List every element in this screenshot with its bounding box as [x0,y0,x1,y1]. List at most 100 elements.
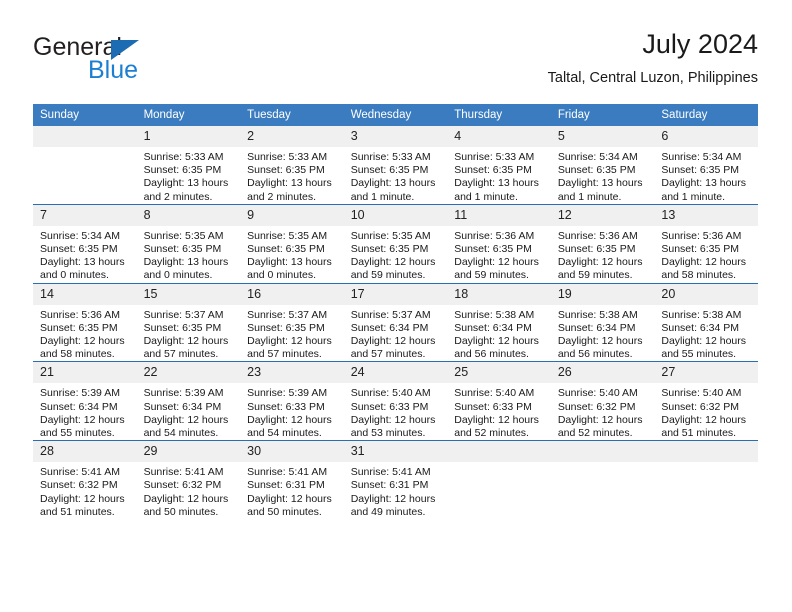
day-number: 15 [136,283,241,305]
page-subtitle: Taltal, Central Luzon, Philippines [547,70,758,86]
day-sunset-text: Sunset: 6:32 PM [40,479,118,492]
day-sun-info: Sunrise: 5:34 AM Sunset: 6:35 PM Daylight:… [551,147,655,204]
day-daylight-line2-text: and 57 minutes. [247,348,322,361]
day-sunrise-text: Sunrise: 5:41 AM [40,466,120,479]
day-daylight-line2-text: and 1 minute. [454,190,518,203]
day-sun-info: Sunrise: 5:35 AM Sunset: 6:35 PM Daylight:… [344,226,448,283]
day-number: 24 [343,362,448,384]
day-sun-info: Sunrise: 5:41 AM Sunset: 6:31 PM Daylight:… [344,462,448,519]
day-daylight-line1-text: Daylight: 12 hours [350,413,436,426]
day-sun-info: Sunrise: 5:38 AM Sunset: 6:34 PM Daylight:… [551,305,655,362]
calendar-day-cell[interactable]: 19 Sunrise: 5:38 AM Sunset: 6:34 PM Dayligh… [550,282,655,362]
day-sunrise-text: Sunrise: 5:37 AM [247,308,328,321]
day-number: 14 [33,283,137,305]
calendar-week-row: 1 Sunrise: 5:33 AM Sunset: 6:35 PM Daylight… [33,126,758,204]
calendar-day-cell[interactable]: 15 Sunrise: 5:37 AM Sunset: 6:35 PM Dayligh… [136,282,241,362]
calendar-day-cell[interactable]: 18 Sunrise: 5:38 AM Sunset: 6:34 PM Dayligh… [447,282,551,362]
day-sunrise-text: Sunrise: 5:39 AM [247,387,328,400]
calendar-day-cell[interactable]: 8 Sunrise: 5:35 AM Sunset: 6:35 PM Daylight… [136,203,241,284]
day-sunset-text: Sunset: 6:35 PM [40,321,118,334]
calendar-day-cell[interactable]: 31 Sunrise: 5:41 AM Sunset: 6:31 PM Dayligh… [343,440,448,520]
day-daylight-line2-text: and 58 minutes. [661,269,737,282]
day-sunrise-text: Sunrise: 5:36 AM [40,308,120,321]
calendar-day-cell[interactable]: 9 Sunrise: 5:35 AM Sunset: 6:35 PM Daylight… [240,203,344,284]
day-sunrise-text: Sunrise: 5:35 AM [247,229,328,242]
day-sunrise-text: Sunrise: 5:40 AM [661,387,742,400]
day-daylight-line2-text: and 54 minutes. [143,427,219,440]
day-sunset-text: Sunset: 6:35 PM [143,164,222,177]
day-sunset-text: Sunset: 6:35 PM [661,164,740,177]
calendar-day-cell-empty [550,440,655,520]
calendar-day-cell[interactable]: 14 Sunrise: 5:36 AM Sunset: 6:35 PM Dayligh… [33,282,137,362]
day-number [550,441,655,463]
calendar-day-cell[interactable]: 10 Sunrise: 5:35 AM Sunset: 6:35 PM Dayligh… [343,203,448,284]
day-number: 21 [33,362,137,384]
calendar-day-cell[interactable]: 1 Sunrise: 5:33 AM Sunset: 6:35 PM Daylight… [136,126,241,204]
calendar-day-cell[interactable]: 13 Sunrise: 5:36 AM Sunset: 6:35 PM Dayligh… [654,203,758,284]
calendar-day-cell[interactable]: 22 Sunrise: 5:39 AM Sunset: 6:34 PM Dayligh… [136,361,241,441]
day-number: 1 [136,126,241,147]
calendar-day-cell[interactable]: 12 Sunrise: 5:36 AM Sunset: 6:35 PM Dayligh… [550,203,655,284]
day-sun-info: Sunrise: 5:33 AM Sunset: 6:35 PM Daylight:… [344,147,448,204]
day-daylight-line2-text: and 56 minutes. [454,348,529,361]
calendar-day-cell[interactable]: 4 Sunrise: 5:33 AM Sunset: 6:35 PM Daylight… [447,126,551,204]
calendar-page: General Blue July 2024 Taltal, Central L… [0,0,792,612]
day-sunset-text: Sunset: 6:35 PM [557,243,636,256]
day-sunrise-text: Sunrise: 5:41 AM [247,466,328,479]
calendar-day-cell[interactable]: 28 Sunrise: 5:41 AM Sunset: 6:32 PM Dayligh… [33,440,137,520]
calendar-day-cell[interactable]: 25 Sunrise: 5:40 AM Sunset: 6:33 PM Dayligh… [447,361,551,441]
day-daylight-line1-text: Daylight: 12 hours [661,335,747,348]
calendar-day-cell[interactable]: 17 Sunrise: 5:37 AM Sunset: 6:34 PM Dayligh… [343,282,448,362]
day-daylight-line2-text: and 51 minutes. [40,505,115,518]
day-number: 17 [343,283,448,305]
day-sunset-text: Sunset: 6:35 PM [557,164,636,177]
day-daylight-line1-text: Daylight: 12 hours [40,492,125,505]
day-sunrise-text: Sunrise: 5:36 AM [454,229,535,242]
day-number: 9 [240,204,344,226]
day-number: 7 [33,204,137,226]
calendar-day-cell[interactable]: 27 Sunrise: 5:40 AM Sunset: 6:32 PM Dayligh… [654,361,758,441]
calendar-body: 1 Sunrise: 5:33 AM Sunset: 6:35 PM Daylight… [33,126,758,520]
day-number [33,126,137,147]
day-daylight-line2-text: and 2 minutes. [143,190,213,203]
day-daylight-line1-text: Daylight: 12 hours [350,256,436,269]
day-sun-info: Sunrise: 5:36 AM Sunset: 6:35 PM Daylight:… [551,226,655,283]
day-daylight-line1-text: Daylight: 12 hours [454,335,539,348]
calendar-day-cell[interactable]: 24 Sunrise: 5:40 AM Sunset: 6:33 PM Dayligh… [343,361,448,441]
day-sunset-text: Sunset: 6:35 PM [454,243,532,256]
brand-logo[interactable]: General Blue [33,34,203,86]
day-sun-info: Sunrise: 5:39 AM Sunset: 6:34 PM Daylight:… [33,383,137,440]
calendar-day-cell[interactable]: 6 Sunrise: 5:34 AM Sunset: 6:35 PM Daylight… [654,126,758,204]
day-sun-info: Sunrise: 5:36 AM Sunset: 6:35 PM Daylight:… [447,226,551,283]
calendar-day-cell[interactable]: 2 Sunrise: 5:33 AM Sunset: 6:35 PM Daylight… [240,126,344,204]
day-daylight-line1-text: Daylight: 12 hours [350,492,436,505]
calendar-day-cell[interactable]: 20 Sunrise: 5:38 AM Sunset: 6:34 PM Dayligh… [654,282,758,362]
day-daylight-line1-text: Daylight: 13 hours [454,177,539,190]
day-sunrise-text: Sunrise: 5:37 AM [143,308,224,321]
day-number: 23 [240,362,344,384]
day-sun-info: Sunrise: 5:33 AM Sunset: 6:35 PM Daylight:… [240,147,344,204]
calendar-day-cell[interactable]: 30 Sunrise: 5:41 AM Sunset: 6:31 PM Dayligh… [240,440,344,520]
day-daylight-line2-text: and 50 minutes. [143,505,219,518]
calendar-day-cell[interactable]: 26 Sunrise: 5:40 AM Sunset: 6:32 PM Dayligh… [550,361,655,441]
day-sunset-text: Sunset: 6:35 PM [350,164,429,177]
calendar-day-cell[interactable]: 5 Sunrise: 5:34 AM Sunset: 6:35 PM Daylight… [550,126,655,204]
calendar-day-cell[interactable]: 7 Sunrise: 5:34 AM Sunset: 6:35 PM Daylight… [33,203,137,284]
calendar-day-cell[interactable]: 23 Sunrise: 5:39 AM Sunset: 6:33 PM Dayligh… [240,361,344,441]
calendar-day-cell[interactable]: 3 Sunrise: 5:33 AM Sunset: 6:35 PM Daylight… [343,126,448,204]
day-sun-info: Sunrise: 5:40 AM Sunset: 6:32 PM Daylight:… [551,383,655,440]
day-sunset-text: Sunset: 6:35 PM [40,243,118,256]
day-number: 16 [240,283,344,305]
day-daylight-line1-text: Daylight: 13 hours [247,177,332,190]
day-sunrise-text: Sunrise: 5:35 AM [350,229,431,242]
calendar-day-cell[interactable]: 11 Sunrise: 5:36 AM Sunset: 6:35 PM Dayligh… [447,203,551,284]
day-daylight-line2-text: and 58 minutes. [40,348,115,361]
day-sunset-text: Sunset: 6:33 PM [454,400,532,413]
day-sun-info: Sunrise: 5:41 AM Sunset: 6:32 PM Daylight:… [137,462,241,519]
calendar-day-cell[interactable]: 16 Sunrise: 5:37 AM Sunset: 6:35 PM Dayligh… [240,282,344,362]
title-block: July 2024 Taltal, Central Luzon, Philipp… [548,28,758,87]
calendar-day-cell[interactable]: 21 Sunrise: 5:39 AM Sunset: 6:34 PM Dayligh… [33,361,137,441]
day-sun-info: Sunrise: 5:34 AM Sunset: 6:35 PM Daylight:… [33,226,137,283]
day-number: 6 [654,126,758,147]
calendar-day-cell[interactable]: 29 Sunrise: 5:41 AM Sunset: 6:32 PM Dayligh… [136,440,241,520]
